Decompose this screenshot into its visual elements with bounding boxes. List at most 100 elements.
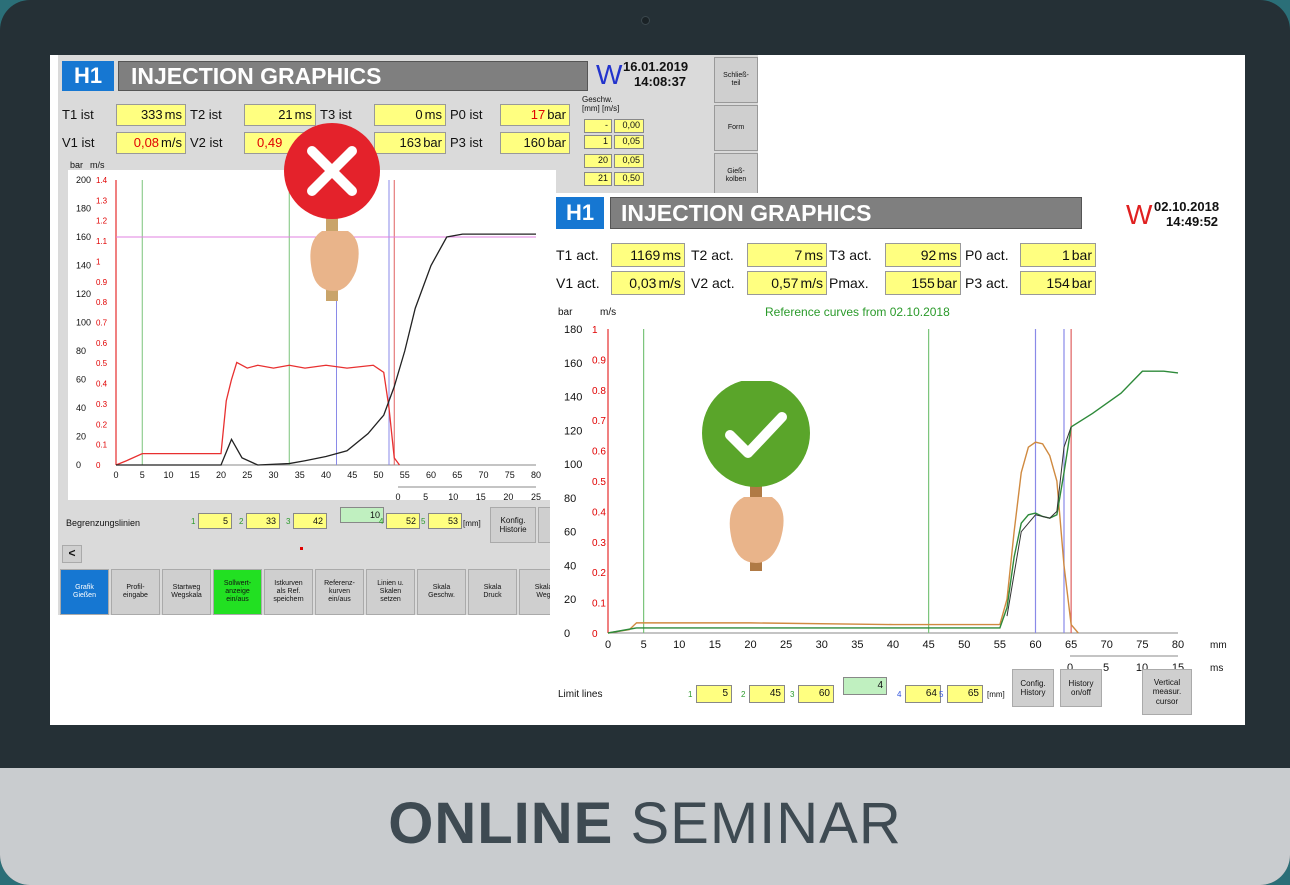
right-pmax-label: Pmax. (829, 275, 869, 291)
limit-index: 3 (790, 690, 795, 699)
closing-unit-button[interactable]: Schließ- teil (714, 57, 758, 103)
x-tick: 45 (923, 639, 935, 651)
limit-input-4[interactable]: 52 (386, 513, 420, 529)
back-arrow-button[interactable]: < (62, 545, 82, 563)
toolbar-button[interactable]: Profil- eingabe (111, 569, 160, 615)
y-unit-ms: m/s (90, 160, 105, 170)
y-bar-tick: 100 (564, 459, 582, 471)
x-tick: 10 (163, 470, 173, 480)
konfig-history-button[interactable]: Konfig. Historie (490, 507, 536, 543)
left-t1-value: 333 ms (116, 104, 186, 126)
y-bar-tick: 80 (564, 493, 576, 505)
left-t2-label: T2 ist (190, 107, 222, 122)
y-ms-tick: 1.2 (96, 217, 108, 226)
wrong-sign-hand (310, 231, 359, 291)
y-ms-tick: 0 (592, 629, 598, 640)
y-bar-tick: 40 (564, 560, 576, 572)
speed-table-header1: Geschw. (582, 95, 613, 104)
config-history-button[interactable]: Config. History (1012, 669, 1054, 707)
speed-row-3-mm[interactable]: 20 (584, 154, 612, 168)
speed-row-1-mm[interactable]: - (584, 119, 612, 133)
speed-row-4-ms[interactable]: 0,50 (614, 172, 644, 186)
right-p0-label: P0 act. (965, 247, 1009, 263)
toolbar-button[interactable]: Grafik Gießen (60, 569, 109, 615)
right-v1-label: V1 act. (556, 275, 600, 291)
y-bar-tick: 200 (76, 175, 91, 185)
x-tick: 35 (851, 639, 863, 651)
limit-input-1[interactable]: 5 (696, 685, 732, 703)
speed-table-header2: [mm] [m/s] (582, 104, 620, 113)
y-bar-tick: 0 (564, 628, 570, 640)
y-ms-tick: 0.8 (592, 386, 606, 397)
online-seminar-caption: ONLINE SEMINAR (0, 790, 1290, 857)
history-toggle-button[interactable]: History on/off (1060, 669, 1102, 707)
right-v1-value: 0,03 m/s (611, 271, 685, 295)
left-v1-value: 0,08 m/s (116, 132, 186, 154)
limit-input-2[interactable]: 45 (749, 685, 785, 703)
x-tick: 60 (1029, 639, 1041, 651)
limit-input-5[interactable]: 53 (428, 513, 462, 529)
speed-row-4-mm[interactable]: 21 (584, 172, 612, 186)
x-tick: 5 (641, 639, 647, 651)
limit-input-3[interactable]: 60 (798, 685, 834, 703)
x-tick: 15 (709, 639, 721, 651)
y-ms-tick: 0.1 (592, 599, 606, 610)
toolbar-button[interactable]: Skala Geschw. (417, 569, 466, 615)
x-tick: 55 (994, 639, 1006, 651)
limit-input-5[interactable]: 65 (947, 685, 983, 703)
x-tick: 40 (321, 470, 331, 480)
toolbar-button[interactable]: Sollwert- anzeige ein/aus (213, 569, 262, 615)
limit-input-4[interactable]: 64 (905, 685, 941, 703)
left-p3-label: P3 ist (450, 135, 483, 150)
y-ms-tick: 0.2 (96, 420, 108, 429)
monitor-frame: H1 INJECTION GRAPHICS W 16.01.2019 14:08… (0, 0, 1290, 885)
right-p0-value: 1 bar (1020, 243, 1096, 267)
y-ms-tick: 0.5 (96, 359, 108, 368)
speed-row-3-ms[interactable]: 0,05 (614, 154, 644, 168)
y-bar-tick: 180 (564, 324, 582, 336)
toolbar-button[interactable]: Linien u. Skalen setzen (366, 569, 415, 615)
y-bar-tick: 0 (76, 460, 81, 470)
limit-index: 1 (191, 517, 196, 526)
toolbar-button[interactable]: Skala Druck (468, 569, 517, 615)
screen: H1 INJECTION GRAPHICS W 16.01.2019 14:08… (50, 55, 1245, 725)
x2-tick: 20 (503, 492, 513, 502)
y-ms-tick: 0.3 (592, 538, 606, 549)
caption-light: SEMINAR (630, 791, 902, 856)
toolbar-button[interactable]: Referenz- kurven ein/aus (315, 569, 364, 615)
y-bar-tick: 120 (76, 289, 91, 299)
y-ms-tick: 0.9 (96, 278, 108, 287)
limit-input-3[interactable]: 42 (293, 513, 327, 529)
x-tick: 70 (478, 470, 488, 480)
left-p0-value: 17 bar (500, 104, 570, 126)
left-p3-value: 160 bar (500, 132, 570, 154)
x-unit-ms: ms (1210, 663, 1223, 674)
y-ms-tick: 0.7 (96, 319, 108, 328)
right-t3-label: T3 act. (829, 247, 872, 263)
speed-row-2-mm[interactable]: 1 (584, 135, 612, 149)
limit-index: 1 (688, 690, 693, 699)
right-v2-value: 0,57 m/s (747, 271, 827, 295)
mold-button[interactable]: Form (714, 105, 758, 151)
vertical-measure-cursor-button[interactable]: Vertical measur. cursor (1142, 669, 1192, 715)
y-ms-tick: 0.6 (592, 447, 606, 458)
left-time: 14:08:37 (634, 74, 687, 89)
x-tick: 20 (744, 639, 756, 651)
left-v2-label: V2 ist (190, 135, 223, 150)
y-bar-tick: 80 (76, 346, 86, 356)
y-ms-tick: 0.4 (592, 507, 606, 518)
correct-sign-disc (702, 381, 810, 487)
limit-offset-input[interactable]: 4 (843, 677, 887, 695)
caption-bold: ONLINE (388, 791, 614, 856)
limit-input-1[interactable]: 5 (198, 513, 232, 529)
toolbar-button[interactable]: Startweg Wegskala (162, 569, 211, 615)
left-limits-unit: [mm] (463, 519, 481, 528)
left-v1-label: V1 ist (62, 135, 95, 150)
speed-row-1-ms[interactable]: 0,00 (614, 119, 644, 133)
right-t2-value: 7 ms (747, 243, 827, 267)
limit-input-2[interactable]: 33 (246, 513, 280, 529)
limit-offset-input[interactable]: 10 (340, 507, 384, 523)
toolbar-button[interactable]: Istkurven als Ref. speichern (264, 569, 313, 615)
x2-tick: 0 (395, 492, 400, 502)
speed-row-2-ms[interactable]: 0,05 (614, 135, 644, 149)
